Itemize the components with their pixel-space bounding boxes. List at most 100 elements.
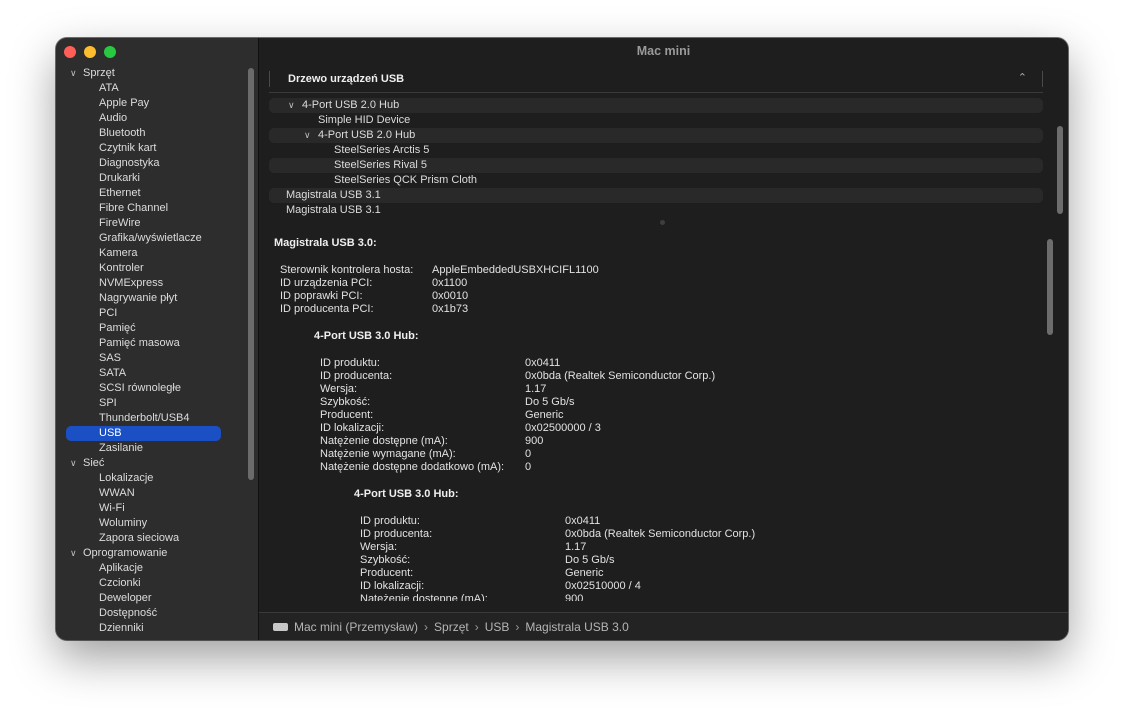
sidebar-item[interactable]: FireWire [56, 216, 246, 231]
property-name: Szybkość: [360, 554, 411, 566]
sidebar-group[interactable]: ∨ Sprzęt [56, 66, 246, 81]
sidebar-item[interactable]: Apple Pay [56, 96, 246, 111]
breadcrumb: Mac mini (Przemysław) › Sprzęt › USB › Magistr… [273, 620, 629, 634]
property-value: 0x0411 [525, 357, 561, 369]
property-name: ID poprawki PCI: [280, 290, 363, 302]
sidebar-item[interactable]: Thunderbolt/USB4 [56, 411, 246, 426]
sidebar-item[interactable]: Czytnik kart [56, 141, 246, 156]
sidebar-item[interactable]: Nagrywanie płyt [56, 291, 246, 306]
sidebar-item[interactable]: Lokalizacje [56, 471, 246, 486]
sort-ascending-icon[interactable]: ⌃ [1018, 71, 1027, 84]
sidebar-item[interactable]: Dzienniki [56, 621, 246, 636]
detail-scrollbar[interactable] [1047, 239, 1053, 335]
sidebar-item[interactable]: Dostępność [56, 606, 246, 621]
tree-column-header[interactable]: Drzewo urządzeń USB ⌃ [269, 68, 1043, 93]
sidebar-item[interactable]: Pamięć masowa [56, 336, 246, 351]
sidebar-item[interactable]: SATA [56, 366, 246, 381]
sidebar-item[interactable]: Pamięć [56, 321, 246, 336]
sidebar-item[interactable]: Zasilanie [56, 441, 246, 456]
property-value: 900 [565, 593, 584, 601]
property-name: Natężenie dostępne dodatkowo (mA): [320, 461, 505, 473]
chevron-right-icon: › [515, 620, 520, 634]
property-value: 0x0bda (Realtek Semiconductor Corp.) [565, 528, 756, 540]
sidebar-item[interactable]: WWAN [56, 486, 246, 501]
chevron-down-icon[interactable]: ∨ [70, 546, 80, 561]
chevron-down-icon[interactable]: ∨ [288, 98, 295, 113]
property-value: 0x1b73 [432, 303, 469, 315]
sidebar-item[interactable]: Drukarki [56, 171, 246, 186]
chevron-down-icon[interactable]: ∨ [70, 66, 80, 81]
property-value: 0x0411 [565, 515, 601, 527]
property-name: Natężenie dostępne (mA): [320, 435, 448, 447]
sidebar-item[interactable]: ATA [56, 81, 246, 96]
property-name: Szybkość: [320, 396, 371, 408]
sidebar-item[interactable]: Zapora sieciowa [56, 531, 246, 546]
tree-row[interactable]: SteelSeries Arctis 5 [269, 143, 1043, 158]
sidebar-scrollbar[interactable] [248, 68, 254, 480]
breadcrumb-item[interactable]: Sprzęt [434, 620, 469, 634]
tree-row[interactable]: Magistrala USB 3.1 [269, 203, 1043, 218]
sidebar-group[interactable]: ∨ Sieć [56, 456, 246, 471]
property-name: ID lokalizacji: [320, 422, 385, 434]
divider-handle-icon[interactable] [660, 220, 665, 225]
tree-row[interactable]: SteelSeries QCK Prism Cloth [269, 173, 1043, 188]
breadcrumb-item[interactable]: Mac mini (Przemysław) [294, 620, 418, 634]
sidebar-item[interactable]: Kontroler [56, 261, 246, 276]
sidebar-item[interactable]: PCI [56, 306, 246, 321]
property-name: Wersja: [320, 383, 358, 395]
tree-row[interactable]: Magistrala USB 3.1 [269, 188, 1043, 203]
zoom-button[interactable] [104, 46, 116, 58]
detail-pane: Magistrala USB 3.0: Sterownik kontrolera… [259, 233, 1049, 601]
tree-row-label: 4-Port USB 2.0 Hub [318, 129, 416, 141]
hub-title: 4-Port USB 3.0 Hub: [314, 330, 419, 342]
status-bar: Mac mini (Przemysław) › Sprzęt › USB › Magistr… [259, 612, 1068, 640]
property-value: Generic [565, 567, 604, 579]
sidebar-item[interactable]: Fibre Channel [56, 201, 246, 216]
tree-row[interactable]: Simple HID Device [269, 113, 1043, 128]
property-name: ID producenta PCI: [280, 303, 374, 315]
property-value: 0x02500000 / 3 [525, 422, 601, 434]
property-value: Do 5 Gb/s [565, 554, 615, 566]
sidebar-item[interactable]: SCSI równoległe [56, 381, 246, 396]
breadcrumb-item[interactable]: USB [485, 620, 510, 634]
property-name: Natężenie wymagane (mA): [320, 448, 456, 460]
sidebar-item[interactable]: Woluminy [56, 516, 246, 531]
sidebar-item[interactable]: SAS [56, 351, 246, 366]
chevron-right-icon: › [474, 620, 479, 634]
tree-scrollbar[interactable] [1057, 126, 1063, 214]
sidebar-item[interactable]: Deweloper [56, 591, 246, 606]
close-button[interactable] [64, 46, 76, 58]
tree-row[interactable]: ∨ 4-Port USB 2.0 Hub [269, 128, 1043, 143]
sidebar-item[interactable]: Grafika/wyświetlacze [56, 231, 246, 246]
sidebar-item[interactable]: Kamera [56, 246, 246, 261]
sidebar-item[interactable]: Bluetooth [56, 126, 246, 141]
sidebar-item[interactable]: Ethernet [56, 186, 246, 201]
tree-row[interactable]: SteelSeries Rival 5 [269, 158, 1043, 173]
detail-title: Magistrala USB 3.0: [274, 237, 377, 249]
tree-row-label: SteelSeries Rival 5 [334, 159, 427, 171]
breadcrumb-item[interactable]: Magistrala USB 3.0 [525, 620, 628, 634]
tree-row-label: 4-Port USB 2.0 Hub [302, 99, 400, 111]
sidebar-item[interactable]: Wi-Fi [56, 501, 246, 516]
tree-row-label: SteelSeries QCK Prism Cloth [334, 174, 478, 186]
chevron-down-icon[interactable]: ∨ [70, 456, 80, 471]
usb-device-tree: ∨ 4-Port USB 2.0 Hub Simple HID Device ∨ 4-P… [269, 98, 1043, 218]
sidebar-item[interactable]: USB [66, 426, 221, 441]
property-value: Do 5 Gb/s [525, 396, 575, 408]
property-name: ID produktu: [360, 515, 420, 527]
sidebar-item[interactable]: Czcionki [56, 576, 246, 591]
tree-row[interactable]: ∨ 4-Port USB 2.0 Hub [269, 98, 1043, 113]
chevron-right-icon: › [424, 620, 429, 634]
sidebar-item[interactable]: SPI [56, 396, 246, 411]
sidebar-item[interactable]: Aplikacje [56, 561, 246, 576]
property-value: AppleEmbeddedUSBXHCIFL1100 [432, 264, 599, 276]
minimize-button[interactable] [84, 46, 96, 58]
sidebar-item[interactable]: Diagnostyka [56, 156, 246, 171]
sidebar-group[interactable]: ∨ Oprogramowanie [56, 546, 246, 561]
property-value: 1.17 [565, 541, 587, 553]
sidebar-item[interactable]: Audio [56, 111, 246, 126]
chevron-down-icon[interactable]: ∨ [304, 128, 311, 143]
sidebar-item[interactable]: NVMExpress [56, 276, 246, 291]
tree-row-label: Magistrala USB 3.1 [286, 189, 381, 201]
sidebar-group-label: Oprogramowanie [83, 547, 168, 559]
